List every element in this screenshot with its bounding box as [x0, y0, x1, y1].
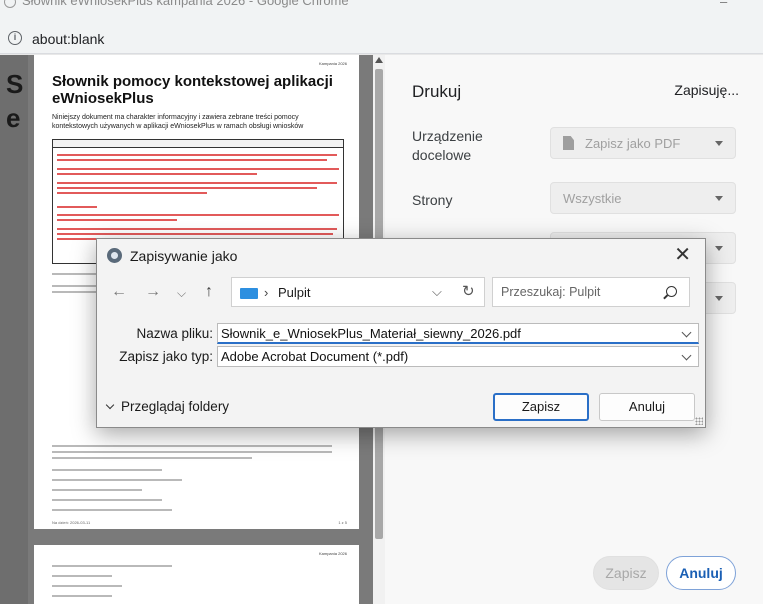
document-intro: Niniejszy dokument ma charakter informac… — [52, 114, 304, 130]
page-header: Kampania 2026 — [318, 551, 347, 556]
text-line — [52, 445, 332, 447]
info-icon[interactable]: i — [8, 31, 22, 45]
minimize-icon[interactable]: – — [720, 0, 727, 9]
text-line — [57, 228, 337, 230]
dialog-header: Zapisywanie jako ✕ — [97, 239, 705, 273]
text-line — [57, 168, 339, 170]
chevron-down-icon — [715, 141, 723, 146]
text-line — [52, 575, 112, 577]
destination-label: Urządzenie docelowe — [412, 128, 483, 163]
filetype-label: Zapisz jako typ: — [119, 349, 213, 364]
back-arrow-icon[interactable]: ← — [111, 283, 127, 301]
bg-fragment: S — [6, 69, 24, 99]
print-save-button[interactable]: Zapisz — [593, 556, 659, 590]
chevron-down-icon — [681, 350, 692, 361]
text-line — [57, 159, 327, 161]
text-line — [57, 233, 333, 235]
pages-label: Strony — [412, 192, 453, 208]
text-line — [57, 154, 337, 156]
pages-value: Wszystkie — [563, 191, 622, 206]
text-line — [57, 187, 317, 189]
up-arrow-icon[interactable]: ↑ — [205, 283, 213, 301]
text-line — [57, 192, 207, 194]
dialog-title: Zapisywanie jako — [130, 248, 238, 264]
path-location[interactable]: Pulpit — [278, 285, 311, 300]
search-placeholder: Przeszukaj: Pulpit — [501, 285, 601, 299]
page-header: Kampania 2026 — [318, 61, 347, 66]
chevron-down-icon — [715, 196, 723, 201]
text-line — [52, 469, 162, 471]
print-title: Drukuj — [412, 82, 462, 101]
save-as-dialog: Zapisywanie jako ✕ ← → ⌵ ↑ › Pulpit ⌵ ↻ … — [96, 238, 706, 428]
text-line — [52, 451, 332, 453]
filetype-value: Adobe Acrobat Document (*.pdf) — [221, 349, 409, 364]
file-icon — [563, 136, 574, 150]
navigation-bar: ← → ⌵ ↑ › Pulpit ⌵ ↻ Przeszukaj: Pulpit — [97, 273, 705, 313]
filename-label: Nazwa pliku: — [136, 326, 213, 341]
document-title: Słownik pomocy kontekstowej aplikacji eW… — [52, 73, 333, 107]
resize-grip-icon[interactable] — [695, 417, 703, 425]
path-separator-icon: › — [264, 285, 269, 300]
definition-box-title-bar — [53, 140, 343, 148]
browse-folders-label: Przeglądaj foldery — [121, 399, 230, 414]
chevron-down-icon — [105, 400, 115, 410]
page-footer-left: Na dzień: 2026-03-11 — [52, 520, 91, 525]
filename-field[interactable]: Słownik_e_WniosekPlus_Materiał_siewny_20… — [217, 323, 699, 344]
bg-fragment: e — [6, 103, 21, 133]
text-line — [52, 585, 122, 587]
print-status: Zapisuję... — [674, 82, 739, 98]
window-titlebar: Słownik eWniosekPlus kampania 2026 - Goo… — [0, 0, 763, 24]
desktop-folder-icon — [240, 288, 258, 299]
filename-value: Słownik_e_WniosekPlus_Materiał_siewny_20… — [221, 326, 521, 341]
chevron-down-icon — [715, 246, 723, 251]
print-cancel-button[interactable]: Anuluj — [666, 556, 736, 590]
search-input[interactable]: Przeszukaj: Pulpit — [492, 277, 690, 307]
search-icon[interactable] — [666, 286, 677, 297]
text-line — [57, 214, 339, 216]
destination-select[interactable]: Zapisz jako PDF — [550, 127, 736, 159]
page-footer-right: 1 z 5 — [338, 520, 347, 525]
chevron-down-icon — [715, 296, 723, 301]
recent-locations-chevron-icon[interactable]: ⌵ — [177, 286, 186, 301]
url-text[interactable]: about:blank — [32, 31, 104, 47]
pages-select[interactable]: Wszystkie — [550, 182, 736, 214]
chrome-icon — [4, 0, 16, 8]
forward-arrow-icon[interactable]: → — [145, 283, 161, 301]
path-breadcrumb[interactable]: › Pulpit ⌵ ↻ — [231, 277, 485, 307]
chrome-icon — [107, 248, 122, 263]
save-button[interactable]: Zapisz — [493, 393, 589, 421]
address-bar: i about:blank — [0, 24, 763, 54]
text-line — [52, 457, 252, 459]
chevron-down-icon[interactable] — [681, 327, 692, 338]
text-line — [52, 565, 172, 567]
close-icon[interactable]: ✕ — [674, 243, 691, 267]
browse-folders-toggle[interactable]: Przeglądaj foldery — [105, 399, 230, 414]
text-line — [57, 219, 177, 221]
text-line — [52, 595, 112, 597]
refresh-icon[interactable]: ↻ — [462, 282, 475, 300]
text-line — [57, 182, 337, 184]
text-line — [57, 173, 257, 175]
chevron-down-icon[interactable]: ⌵ — [432, 284, 442, 300]
text-line — [52, 499, 162, 501]
scroll-up-icon[interactable] — [375, 57, 383, 63]
text-line — [57, 206, 97, 208]
text-line — [52, 509, 172, 511]
window-title: Słownik eWniosekPlus kampania 2026 - Goo… — [22, 0, 349, 8]
text-line — [52, 479, 182, 481]
text-line — [52, 489, 142, 491]
destination-value: Zapisz jako PDF — [585, 136, 681, 151]
filetype-select[interactable]: Adobe Acrobat Document (*.pdf) — [217, 346, 699, 367]
preview-page-2: Kampania 2026 — [34, 545, 359, 604]
cancel-button[interactable]: Anuluj — [599, 393, 695, 421]
